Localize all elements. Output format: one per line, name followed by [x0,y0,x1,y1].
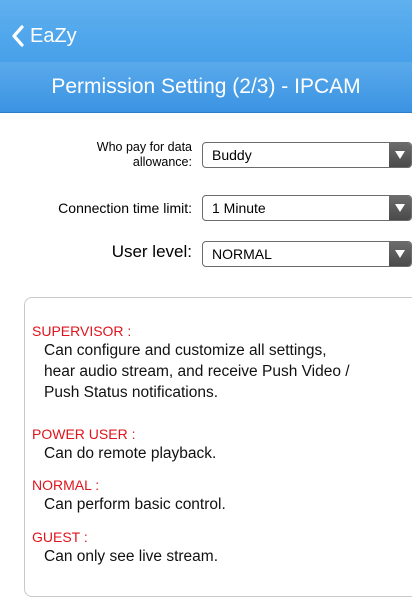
level-title: NORMAL : [32,477,100,493]
level-description-line: Can do remote playback. [44,445,217,462]
user-level-select[interactable]: NORMAL [202,241,412,267]
dropdown-arrow-icon [389,196,411,220]
level-description: Can configure and customize all settings… [32,340,402,403]
user-level-row: User level: NORMAL [0,240,412,270]
level-description-line: Can configure and customize all settings… [44,342,327,359]
level-power-user: POWER USER : Can do remote playback. [32,425,402,464]
back-button[interactable]: EaZy [10,22,77,50]
time-limit-value: 1 Minute [212,200,266,216]
data-allowance-value: Buddy [212,147,252,163]
page-title: Permission Setting (2/3) - IPCAM [51,75,361,98]
level-description: Can only see live stream. [32,546,402,567]
level-description: Can perform basic control. [32,494,402,515]
time-limit-label: Connection time limit: [58,200,192,216]
data-allowance-row: Who pay for data allowance: Buddy [0,140,412,174]
level-description-line: Can perform basic control. [44,496,226,513]
dropdown-arrow-icon [389,143,411,167]
user-level-label: User level: [111,242,192,261]
data-allowance-label-line2: allowance: [132,155,192,169]
time-limit-select[interactable]: 1 Minute [202,195,412,221]
user-level-value: NORMAL [212,246,272,262]
level-description: Can do remote playback. [32,443,402,464]
level-title: GUEST : [32,529,88,545]
level-normal: NORMAL : Can perform basic control. [32,476,402,515]
level-title: SUPERVISOR : [32,323,132,339]
level-supervisor: SUPERVISOR : Can configure and customize… [32,322,402,403]
title-bar: Permission Setting (2/3) - IPCAM [0,62,412,113]
data-allowance-select[interactable]: Buddy [202,142,412,168]
dropdown-arrow-icon [389,242,411,266]
level-title: POWER USER : [32,426,136,442]
time-limit-row: Connection time limit: 1 Minute [0,195,412,225]
data-allowance-label-line1: Who pay for data [96,140,192,154]
back-label: EaZy [30,24,77,47]
level-description-line: Can only see live stream. [44,548,219,565]
data-allowance-label: Who pay for data allowance: [97,140,192,170]
level-description-line: Push Status notifications. [44,384,219,401]
level-description-line: hear audio stream, and receive Push Vide… [44,363,350,380]
level-guest: GUEST : Can only see live stream. [32,528,402,567]
chevron-left-icon [12,25,24,47]
